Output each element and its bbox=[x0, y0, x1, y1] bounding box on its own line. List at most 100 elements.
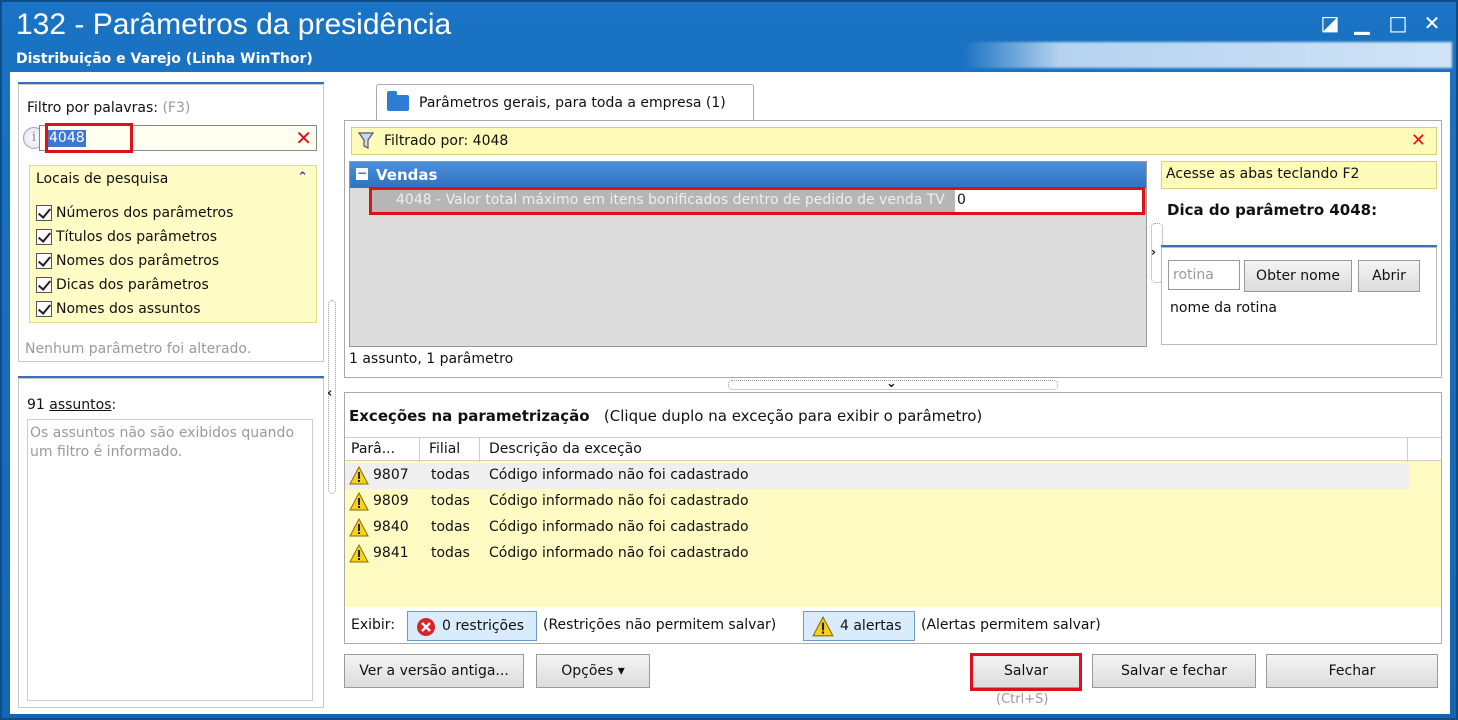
exceptions-panel: Exceções na parametrização (Clique duplo… bbox=[344, 392, 1442, 644]
highlight-box bbox=[970, 653, 1082, 691]
group-row-vendas[interactable]: − Vendas bbox=[350, 162, 1146, 188]
tip-title: Dica do parâmetro 4048: bbox=[1167, 201, 1378, 219]
exceptions-footer: Exibir: 0 restrições (Restrições não per… bbox=[345, 607, 1441, 643]
restrictions-toggle[interactable]: 0 restrições bbox=[407, 611, 537, 641]
column-header-description[interactable]: Descrição da exceção bbox=[489, 441, 642, 457]
group-label: Vendas bbox=[376, 166, 438, 184]
checkbox[interactable] bbox=[36, 253, 52, 269]
column-header-param[interactable]: Parâ... bbox=[351, 441, 395, 457]
routine-box: Obter nome Abrir nome da rotina bbox=[1161, 247, 1437, 345]
warning-icon bbox=[349, 544, 369, 563]
exception-code: 9840 bbox=[373, 519, 409, 535]
collapse-icon[interactable]: ⌃ bbox=[297, 170, 308, 185]
blurred-region bbox=[962, 42, 1452, 68]
checkbox-param-tips[interactable]: Dicas dos parâmetros bbox=[36, 274, 209, 296]
checkbox-label: Dicas dos parâmetros bbox=[56, 277, 209, 293]
title-bar[interactable]: 132 - Parâmetros da presidência Distribu… bbox=[2, 2, 1456, 72]
get-name-button[interactable]: Obter nome bbox=[1244, 260, 1352, 292]
warning-icon bbox=[812, 616, 834, 637]
chevron-down-icon[interactable]: ⌄ bbox=[886, 376, 897, 391]
warning-icon bbox=[349, 518, 369, 537]
clear-filter-icon[interactable]: ✕ bbox=[1411, 130, 1426, 151]
save-shortcut: (Ctrl+S) bbox=[996, 692, 1049, 707]
tab-general-params[interactable]: Parâmetros gerais, para toda a empresa (… bbox=[376, 84, 754, 120]
close-icon[interactable]: ✕ bbox=[1418, 10, 1446, 36]
checkbox-label: Números dos parâmetros bbox=[56, 205, 234, 221]
chevron-down-icon: ▾ bbox=[617, 663, 625, 679]
table-row[interactable]: 9841 todas Código informado não foi cada… bbox=[345, 541, 1409, 567]
subjects-list[interactable]: Os assuntos não são exibidos quando um f… bbox=[27, 419, 313, 701]
subjects-panel: 91 assuntos: Os assuntos não são exibido… bbox=[18, 378, 324, 708]
tab-panel: Filtrado por: 4048 ✕ − Vendas 4048 - Val… bbox=[344, 120, 1442, 378]
filter-label: Filtro por palavras: (F3) bbox=[27, 100, 191, 116]
show-label: Exibir: bbox=[351, 617, 396, 633]
exceptions-title: Exceções na parametrização (Clique duplo… bbox=[349, 407, 983, 425]
exception-code: 9841 bbox=[373, 545, 409, 561]
clear-filter-icon[interactable]: ✕ bbox=[295, 126, 312, 150]
checkbox-subject-names[interactable]: Nomes dos assuntos bbox=[36, 298, 201, 320]
exceptions-table-header: Parâ... Filial Descrição da exceção bbox=[345, 437, 1441, 462]
window-subtitle: Distribuição e Varejo (Linha WinThor) bbox=[16, 51, 313, 67]
search-locations-panel: Locais de pesquisa ⌃ Números dos parâmet… bbox=[29, 165, 317, 323]
filter-banner-text: Filtrado por: 4048 bbox=[384, 133, 509, 149]
subjects-count: 91 assuntos: bbox=[27, 397, 117, 413]
chevron-right-icon[interactable]: › bbox=[1151, 245, 1156, 259]
checkbox-label: Títulos dos parâmetros bbox=[56, 229, 218, 245]
maximize-icon[interactable]: □ bbox=[1384, 10, 1412, 36]
filter-banner: Filtrado por: 4048 ✕ bbox=[351, 127, 1437, 155]
checkbox[interactable] bbox=[36, 277, 52, 293]
exception-description: Código informado não foi cadastrado bbox=[489, 519, 749, 535]
exception-branch: todas bbox=[431, 493, 470, 509]
restore-icon[interactable]: ◪ bbox=[1316, 10, 1344, 36]
checkbox-param-titles[interactable]: Títulos dos parâmetros bbox=[36, 226, 217, 248]
column-header-branch[interactable]: Filial bbox=[429, 441, 460, 457]
exception-description: Código informado não foi cadastrado bbox=[489, 545, 749, 561]
change-status: Nenhum parâmetro foi alterado. bbox=[25, 341, 252, 357]
routine-input[interactable] bbox=[1168, 260, 1240, 290]
checkbox-label: Nomes dos assuntos bbox=[56, 301, 201, 317]
warning-icon bbox=[349, 466, 369, 485]
save-and-close-button[interactable]: Salvar e fechar bbox=[1092, 654, 1256, 688]
main-window: 132 - Parâmetros da presidência Distribu… bbox=[0, 0, 1458, 720]
warning-icon bbox=[349, 492, 369, 511]
exception-description: Código informado não foi cadastrado bbox=[489, 467, 749, 483]
options-label: Opções bbox=[561, 663, 614, 679]
alerts-toggle[interactable]: 4 alertas bbox=[803, 611, 915, 641]
checkbox-param-numbers[interactable]: Números dos parâmetros bbox=[36, 202, 233, 224]
folder-icon bbox=[387, 91, 409, 111]
open-button[interactable]: Abrir bbox=[1358, 260, 1420, 292]
exception-branch: todas bbox=[431, 519, 470, 535]
collapse-group-icon[interactable]: − bbox=[356, 167, 368, 180]
options-button[interactable]: Opções ▾ bbox=[536, 654, 650, 688]
routine-name: nome da rotina bbox=[1170, 300, 1277, 316]
exceptions-header: Exceções na parametrização (Clique duplo… bbox=[345, 393, 1441, 437]
restrictions-label: 0 restrições bbox=[442, 618, 525, 634]
search-locations-title: Locais de pesquisa bbox=[36, 171, 169, 187]
close-button[interactable]: Fechar bbox=[1266, 654, 1438, 688]
minimize-icon[interactable]: ▁ bbox=[1348, 10, 1376, 36]
exception-branch: todas bbox=[431, 467, 470, 483]
highlight-box bbox=[369, 187, 1145, 215]
table-row[interactable]: 9840 todas Código informado não foi cada… bbox=[345, 515, 1409, 541]
table-row[interactable]: 9809 todas Código informado não foi cada… bbox=[345, 489, 1409, 515]
highlight-box bbox=[45, 123, 133, 153]
restrictions-note: (Restrições não permitem salvar) bbox=[543, 617, 777, 633]
alerts-label: 4 alertas bbox=[840, 618, 902, 634]
chevron-left-icon[interactable]: ‹ bbox=[327, 386, 332, 401]
exception-code: 9809 bbox=[373, 493, 409, 509]
table-row[interactable]: 9807 todas Código informado não foi cada… bbox=[345, 463, 1409, 489]
alerts-note: (Alertas permitem salvar) bbox=[921, 617, 1101, 633]
checkbox-param-names[interactable]: Nomes dos parâmetros bbox=[36, 250, 219, 272]
checkbox[interactable] bbox=[36, 229, 52, 245]
checkbox[interactable] bbox=[36, 205, 52, 221]
checkbox-label: Nomes dos parâmetros bbox=[56, 253, 220, 269]
exception-code: 9807 bbox=[373, 467, 409, 483]
exception-description: Código informado não foi cadastrado bbox=[489, 493, 749, 509]
error-icon bbox=[417, 618, 435, 636]
old-version-button[interactable]: Ver a versão antiga... bbox=[344, 654, 524, 688]
window-title: 132 - Parâmetros da presidência bbox=[16, 8, 452, 41]
checkbox[interactable] bbox=[36, 301, 52, 317]
client-area: Filtro por palavras: (F3) i 4048 ✕ Locai… bbox=[10, 72, 1450, 714]
old-version-label: Ver a versão antiga... bbox=[359, 663, 509, 679]
exception-branch: todas bbox=[431, 545, 470, 561]
